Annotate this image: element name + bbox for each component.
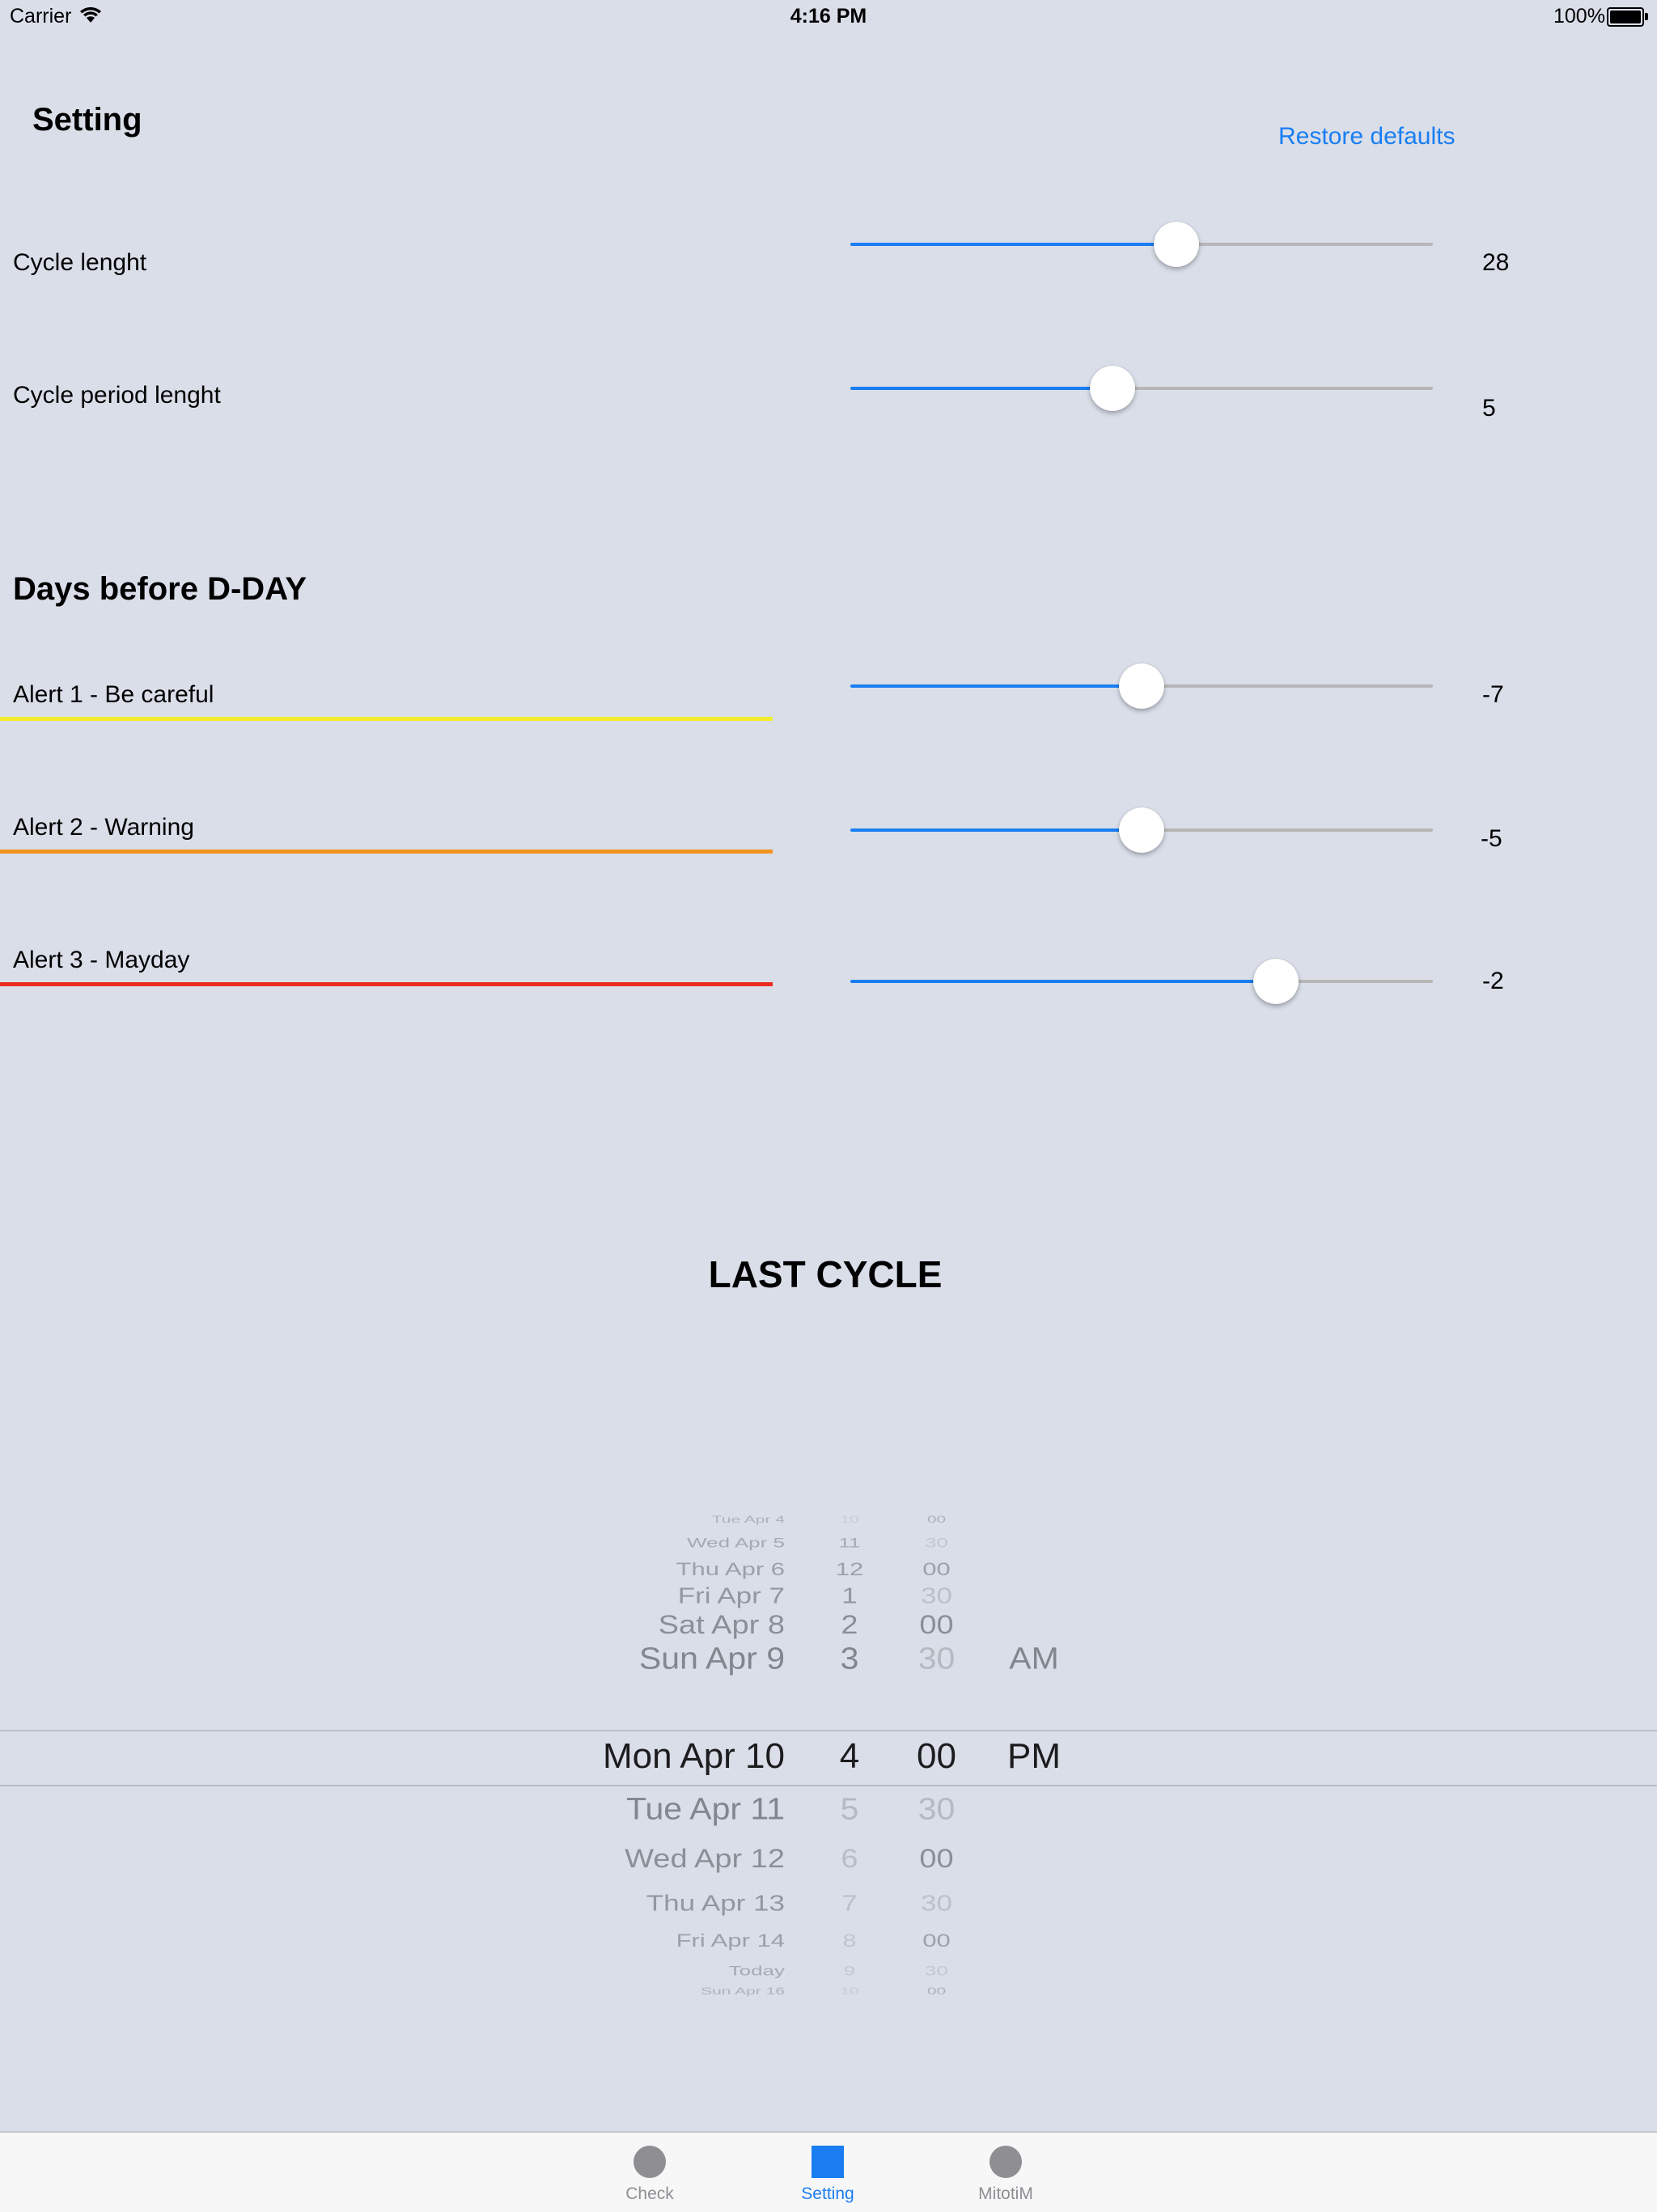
cycle-period-length-label: Cycle period lenght <box>13 382 221 409</box>
picker-minute: 00 <box>922 1930 951 1951</box>
picker-date: Sun Apr 9 <box>638 1641 785 1676</box>
cycle-length-label: Cycle lenght <box>13 249 147 276</box>
tab-label: Setting <box>801 2184 854 2203</box>
picker-date: Thu Apr 13 <box>646 1890 785 1916</box>
picker-minute: 00 <box>922 1559 951 1580</box>
page-title: Setting <box>32 102 142 138</box>
alert-1-color-bar <box>0 717 773 721</box>
picker-minute: 30 <box>921 1890 952 1916</box>
alert-1-slider[interactable] <box>850 662 1433 710</box>
picker-row[interactable]: Tue Apr 4 10 00 <box>0 1515 1657 1528</box>
cycle-period-length-slider[interactable] <box>850 364 1433 413</box>
alert-2-slider[interactable] <box>850 806 1433 854</box>
tab-setting[interactable]: Setting <box>747 2133 909 2212</box>
slider-thumb[interactable] <box>1119 663 1164 709</box>
picker-hour: 7 <box>841 1890 858 1916</box>
picker-date: Tue Apr 11 <box>625 1791 785 1827</box>
picker-hour: 10 <box>840 1986 859 1998</box>
picker-row[interactable]: Fri Apr 14 8 00 <box>0 1930 1657 1954</box>
picker-hour: 3 <box>840 1641 859 1676</box>
slider-thumb[interactable] <box>1090 366 1135 411</box>
alert-3-color-bar <box>0 982 773 986</box>
picker-date: Fri Apr 14 <box>676 1930 785 1951</box>
picker-hour: 8 <box>842 1930 857 1951</box>
circle-icon <box>634 2146 666 2178</box>
square-icon <box>812 2146 844 2178</box>
alert-2-value: -5 <box>1481 825 1502 852</box>
alert-3-label: Alert 3 - Mayday <box>13 947 190 973</box>
alert-1-label: Alert 1 - Be careful <box>13 681 214 708</box>
picker-hour: 12 <box>835 1559 864 1580</box>
alert-3-slider[interactable] <box>850 957 1433 1006</box>
slider-thumb[interactable] <box>1154 222 1199 267</box>
picker-hour: 5 <box>840 1791 859 1827</box>
tab-label: MitotiM <box>978 2184 1033 2203</box>
picker-minute: 30 <box>917 1791 956 1827</box>
tab-mitotim[interactable]: MitotiM <box>925 2133 1087 2212</box>
picker-hour: 10 <box>840 1515 859 1526</box>
alert-2-color-bar <box>0 850 773 854</box>
picker-row[interactable]: Thu Apr 6 12 00 <box>0 1559 1657 1583</box>
picker-hour: 2 <box>841 1610 858 1640</box>
picker-minute: 30 <box>925 1963 948 1979</box>
tab-label: Check <box>625 2184 674 2203</box>
alert-2-label: Alert 2 - Warning <box>13 814 194 841</box>
picker-date: Mon Apr 10 <box>602 1735 785 1776</box>
picker-minute: 00 <box>926 1515 947 1526</box>
picker-date: Wed Apr 5 <box>687 1535 785 1551</box>
picker-minute: 00 <box>926 1986 947 1998</box>
date-time-picker[interactable]: Tue Apr 4 10 00 Wed Apr 5 11 30 Thu Apr 6 12 00 F… <box>0 1505 1657 2006</box>
picker-row[interactable]: Sat Apr 8 2 00 <box>0 1611 1657 1645</box>
cycle-period-length-value: 5 <box>1482 395 1496 422</box>
picker-row[interactable]: Fri Apr 7 1 30 <box>0 1583 1657 1612</box>
picker-row[interactable]: Sun Apr 16 10 00 <box>0 1986 1657 1999</box>
picker-hour: 9 <box>843 1963 856 1979</box>
battery-percentage: 100% <box>1553 5 1605 28</box>
cycle-length-slider[interactable] <box>850 220 1433 269</box>
status-time: 4:16 PM <box>790 5 867 28</box>
picker-row[interactable]: Sun Apr 9 3 30 AM <box>0 1641 1657 1681</box>
picker-minute: 30 <box>917 1641 956 1676</box>
picker-row[interactable]: Today 9 30 <box>0 1963 1657 1981</box>
picker-row[interactable]: Wed Apr 5 11 30 <box>0 1535 1657 1553</box>
picker-minute: 30 <box>921 1583 952 1608</box>
alert-1-value: -7 <box>1482 681 1504 708</box>
picker-ampm: PM <box>1007 1735 1061 1776</box>
picker-hour: 6 <box>841 1844 858 1874</box>
picker-date: Tue Apr 4 <box>711 1515 785 1526</box>
restore-defaults-button[interactable]: Restore defaults <box>1278 123 1455 150</box>
picker-minute: 00 <box>919 1844 954 1874</box>
alerts-section-title: Days before D-DAY <box>13 571 307 607</box>
picker-hour: 4 <box>839 1735 860 1776</box>
picker-hour: 1 <box>841 1583 858 1608</box>
picker-minute: 00 <box>919 1610 954 1640</box>
picker-row[interactable]: Tue Apr 11 5 30 <box>0 1791 1657 1832</box>
picker-row-selected[interactable]: Mon Apr 10 4 00 PM <box>0 1736 1657 1782</box>
tab-bar: Check Setting MitotiM <box>0 2131 1657 2212</box>
picker-date: Wed Apr 12 <box>625 1844 785 1874</box>
picker-row[interactable]: Wed Apr 12 6 00 <box>0 1845 1657 1879</box>
picker-row[interactable]: Thu Apr 13 7 30 <box>0 1891 1657 1920</box>
slider-thumb[interactable] <box>1253 959 1299 1004</box>
slider-thumb[interactable] <box>1119 807 1164 853</box>
picker-minute: 30 <box>925 1535 948 1551</box>
tab-check[interactable]: Check <box>569 2133 731 2212</box>
picker-date: Sat Apr 8 <box>658 1610 785 1640</box>
alert-3-value: -2 <box>1482 968 1504 994</box>
picker-ampm: AM <box>1009 1641 1059 1676</box>
picker-date: Thu Apr 6 <box>676 1559 785 1580</box>
last-cycle-title: LAST CYCLE <box>708 1253 943 1295</box>
circle-icon <box>990 2146 1022 2178</box>
picker-date: Today <box>728 1963 785 1979</box>
picker-hour: 11 <box>838 1535 861 1551</box>
picker-date: Sun Apr 16 <box>701 1986 785 1998</box>
battery-icon <box>1607 7 1648 27</box>
cycle-length-value: 28 <box>1482 249 1510 276</box>
picker-minute: 00 <box>917 1735 956 1776</box>
picker-date: Fri Apr 7 <box>677 1583 785 1608</box>
